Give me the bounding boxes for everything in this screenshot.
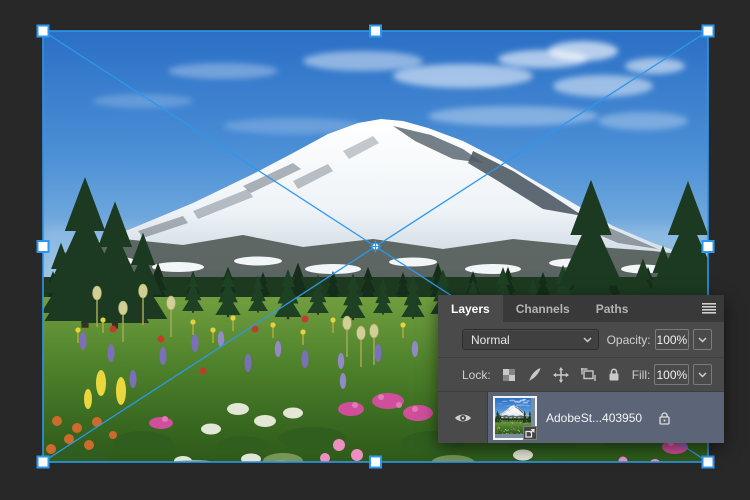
chevron-down-icon (698, 371, 707, 378)
checkerboard-icon (502, 368, 515, 381)
transform-handle-top-left[interactable] (36, 24, 50, 38)
hamburger-menu-icon (702, 303, 716, 314)
transform-handle-middle-left[interactable] (36, 240, 50, 253)
lock-icon (659, 411, 670, 425)
fill-input[interactable]: 100% (654, 364, 690, 385)
smart-object-icon (525, 428, 535, 438)
transform-handle-bottom-center[interactable] (369, 455, 382, 469)
opacity-dropdown-button[interactable] (693, 329, 712, 350)
tab-layers[interactable]: Layers (438, 295, 503, 322)
fill-group: Fill: 100% (632, 364, 713, 385)
opacity-input[interactable]: 100% (654, 329, 690, 350)
layer-row[interactable]: AdobeSt...403950 (438, 392, 724, 443)
panel-tab-strip: Layers Channels Paths (438, 295, 724, 322)
lock-all-button[interactable] (607, 367, 621, 383)
layers-panel: Layers Channels Paths Normal Opacity: 10… (438, 295, 724, 443)
blend-mode-row: Normal Opacity: 100% (438, 322, 724, 357)
smart-object-badge (523, 425, 537, 440)
brush-icon (528, 368, 541, 381)
eye-icon (454, 414, 471, 421)
blend-mode-select[interactable]: Normal (462, 329, 599, 350)
artboard-icon (580, 368, 596, 381)
transform-handle-top-center[interactable] (369, 24, 382, 38)
chevron-down-icon (698, 336, 707, 343)
tab-paths[interactable]: Paths (583, 295, 642, 322)
chevron-down-icon (583, 336, 592, 343)
layer-thumbnail[interactable] (493, 395, 537, 440)
opacity-label: Opacity: (606, 332, 651, 347)
transform-reference-point[interactable] (369, 240, 382, 253)
lock-icon (609, 368, 619, 381)
lock-artboard-nesting-button[interactable] (580, 367, 596, 383)
panel-menu-button[interactable] (694, 295, 724, 322)
fill-dropdown-button[interactable] (693, 364, 713, 385)
layer-locked-badge (658, 411, 671, 425)
transform-handle-middle-right[interactable] (701, 240, 715, 253)
move-icon (552, 366, 569, 383)
tab-channels[interactable]: Channels (503, 295, 583, 322)
transform-handle-top-right[interactable] (701, 24, 715, 38)
layer-name[interactable]: AdobeSt...403950 (546, 411, 642, 425)
lock-row: Lock: Fill: 100% (438, 358, 724, 391)
lock-position-button[interactable] (552, 366, 569, 383)
tab-spacer (641, 295, 694, 322)
photoshop-canvas: { "layers_panel": { "tabs": [ {"label": … (0, 0, 750, 500)
lock-pixels-button[interactable] (527, 367, 542, 383)
transform-handle-bottom-right[interactable] (701, 455, 715, 469)
transform-handle-bottom-left[interactable] (36, 455, 50, 469)
lock-label: Lock: (462, 367, 491, 382)
fill-label: Fill: (631, 367, 651, 382)
layer-row-selected[interactable]: AdobeSt...403950 (488, 392, 724, 443)
layer-visibility-toggle[interactable] (438, 392, 488, 443)
lock-transparency-button[interactable] (502, 367, 516, 383)
